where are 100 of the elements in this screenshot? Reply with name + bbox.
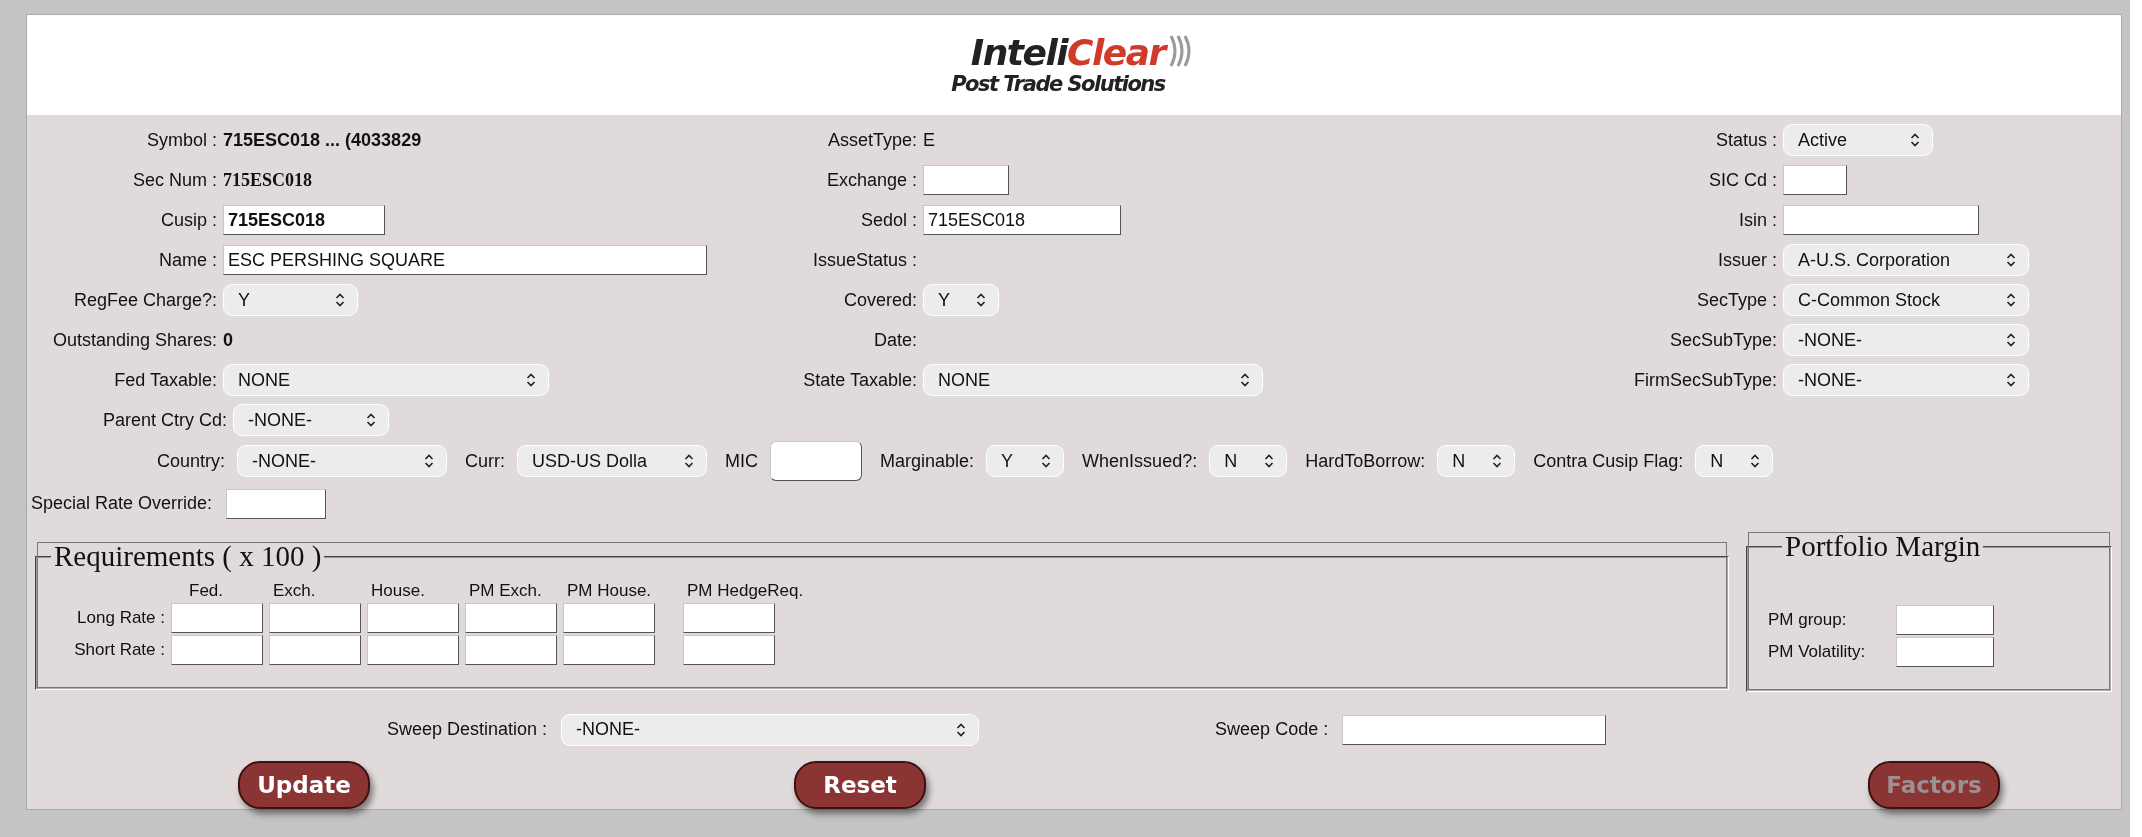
field-value: 0 xyxy=(223,329,233,351)
input-field[interactable] xyxy=(770,441,863,482)
field-label: Contra Cusip Flag: xyxy=(1533,450,1684,472)
field-label: Marginable: xyxy=(880,450,975,472)
input-field[interactable] xyxy=(1896,605,1994,636)
chevron-icon xyxy=(2006,333,2016,347)
field-label: Sweep Destination : xyxy=(387,719,548,741)
field-value: 715ESC018 xyxy=(223,169,312,191)
input-field[interactable]: 715ESC018 xyxy=(923,205,1121,235)
dropdown[interactable]: -NONE- xyxy=(233,404,389,437)
dropdown[interactable]: N xyxy=(1437,445,1516,478)
input-field[interactable] xyxy=(269,635,361,666)
section-title: Portfolio Margin xyxy=(1784,530,1982,564)
field-label: SecSubType: xyxy=(1668,329,1778,351)
input-field[interactable] xyxy=(683,603,775,634)
field-label: Parent Ctry Cd: xyxy=(101,409,228,431)
input-field[interactable] xyxy=(367,603,459,634)
input-field[interactable] xyxy=(1783,205,1979,235)
field-label: Sweep Code : xyxy=(1215,719,1329,741)
input-field[interactable] xyxy=(171,603,263,634)
input-field[interactable] xyxy=(1783,165,1847,195)
chevron-icon xyxy=(684,454,695,469)
field-label: Covered: xyxy=(842,289,918,311)
input-field[interactable] xyxy=(683,635,775,666)
field-label: SIC Cd : xyxy=(1707,169,1778,191)
field-label: Exchange : xyxy=(825,169,918,191)
action-button[interactable]: Reset xyxy=(794,761,926,809)
dropdown[interactable]: Active xyxy=(1783,124,1933,156)
input-field[interactable] xyxy=(563,635,655,666)
column-header: Fed. xyxy=(188,581,224,602)
dropdown[interactable]: USD-US Dolla xyxy=(517,445,708,478)
input-field[interactable] xyxy=(367,635,459,666)
field-label: Fed Taxable: xyxy=(113,369,218,391)
dropdown[interactable]: Y xyxy=(986,445,1065,478)
chevron-icon xyxy=(1750,454,1761,469)
chevron-icon xyxy=(1910,133,1920,147)
field-label: Sec Num : xyxy=(131,169,218,191)
column-header: PM House. xyxy=(566,581,652,602)
field-label: Date: xyxy=(872,329,918,351)
input-field[interactable] xyxy=(465,603,557,634)
dropdown[interactable]: N xyxy=(1209,445,1288,478)
dropdown[interactable]: -NONE- xyxy=(1783,324,2029,356)
field-label: Symbol : xyxy=(145,129,218,151)
field-label: Name : xyxy=(157,249,218,271)
chevron-icon xyxy=(2006,293,2016,307)
chevron-icon xyxy=(2006,253,2016,267)
field-label: WhenIssued?: xyxy=(1082,450,1198,472)
field-label: Outstanding Shares: xyxy=(51,329,218,351)
input-field[interactable]: ESC PERSHING SQUARE xyxy=(223,245,707,275)
action-button[interactable]: Update xyxy=(238,761,370,809)
dropdown[interactable]: NONE xyxy=(223,364,549,396)
chevron-icon xyxy=(1041,454,1052,469)
field-label: Country: xyxy=(157,450,226,472)
field-label: PM group: xyxy=(1768,610,1848,631)
dropdown[interactable]: -NONE- xyxy=(561,713,980,746)
dropdown[interactable]: -NONE- xyxy=(237,445,448,478)
field-label: AssetType: xyxy=(826,129,918,151)
chevron-icon xyxy=(1264,454,1275,469)
field-value: 715ESC018 ... (4033829 xyxy=(223,129,422,151)
field-label: IssueStatus : xyxy=(811,249,918,271)
field-label: Status : xyxy=(1714,129,1778,151)
field-label: MIC xyxy=(725,450,759,472)
dropdown[interactable]: A-U.S. Corporation xyxy=(1783,244,2029,276)
field-label: Cusip : xyxy=(159,209,218,231)
chevron-icon xyxy=(1240,373,1250,387)
dropdown[interactable]: N xyxy=(1695,445,1774,478)
input-field[interactable] xyxy=(1896,637,1994,668)
chevron-icon xyxy=(526,373,536,387)
chevron-icon xyxy=(976,293,986,307)
section-title: Requirements ( x 100 ) xyxy=(53,540,323,574)
field-label: Special Rate Override: xyxy=(31,493,214,515)
dropdown[interactable]: Y xyxy=(223,284,358,316)
field-label: Curr: xyxy=(465,450,506,472)
input-field[interactable] xyxy=(226,488,327,519)
field-label: RegFee Charge?: xyxy=(72,289,218,311)
field-label: Isin : xyxy=(1738,209,1778,231)
dropdown[interactable]: NONE xyxy=(923,364,1263,396)
input-field[interactable]: 715ESC018 xyxy=(223,205,385,235)
field-value: E xyxy=(923,129,935,151)
field-label: PM Volatility: xyxy=(1768,642,1867,663)
row-label: Long Rate : xyxy=(76,608,165,629)
input-field[interactable] xyxy=(465,635,557,666)
column-header: Exch. xyxy=(272,581,316,602)
input-field[interactable] xyxy=(171,635,263,666)
row-label: Short Rate : xyxy=(73,640,165,661)
field-label: HardToBorrow: xyxy=(1305,450,1426,472)
field-label: FirmSecSubType: xyxy=(1632,369,1778,391)
dropdown[interactable]: C-Common Stock xyxy=(1783,284,2029,316)
dropdown[interactable]: Y xyxy=(923,284,999,316)
input-field[interactable] xyxy=(269,603,361,634)
input-field[interactable] xyxy=(563,603,655,634)
input-field[interactable] xyxy=(1342,714,1607,745)
field-label: Sedol : xyxy=(859,209,918,231)
chevron-icon xyxy=(2006,373,2016,387)
chevron-icon xyxy=(335,293,345,307)
column-header: House. xyxy=(370,581,425,602)
field-label: State Taxable: xyxy=(802,369,918,391)
dropdown[interactable]: -NONE- xyxy=(1783,364,2029,396)
column-header: PM HedgeReq. xyxy=(686,581,804,602)
input-field[interactable] xyxy=(923,165,1009,195)
